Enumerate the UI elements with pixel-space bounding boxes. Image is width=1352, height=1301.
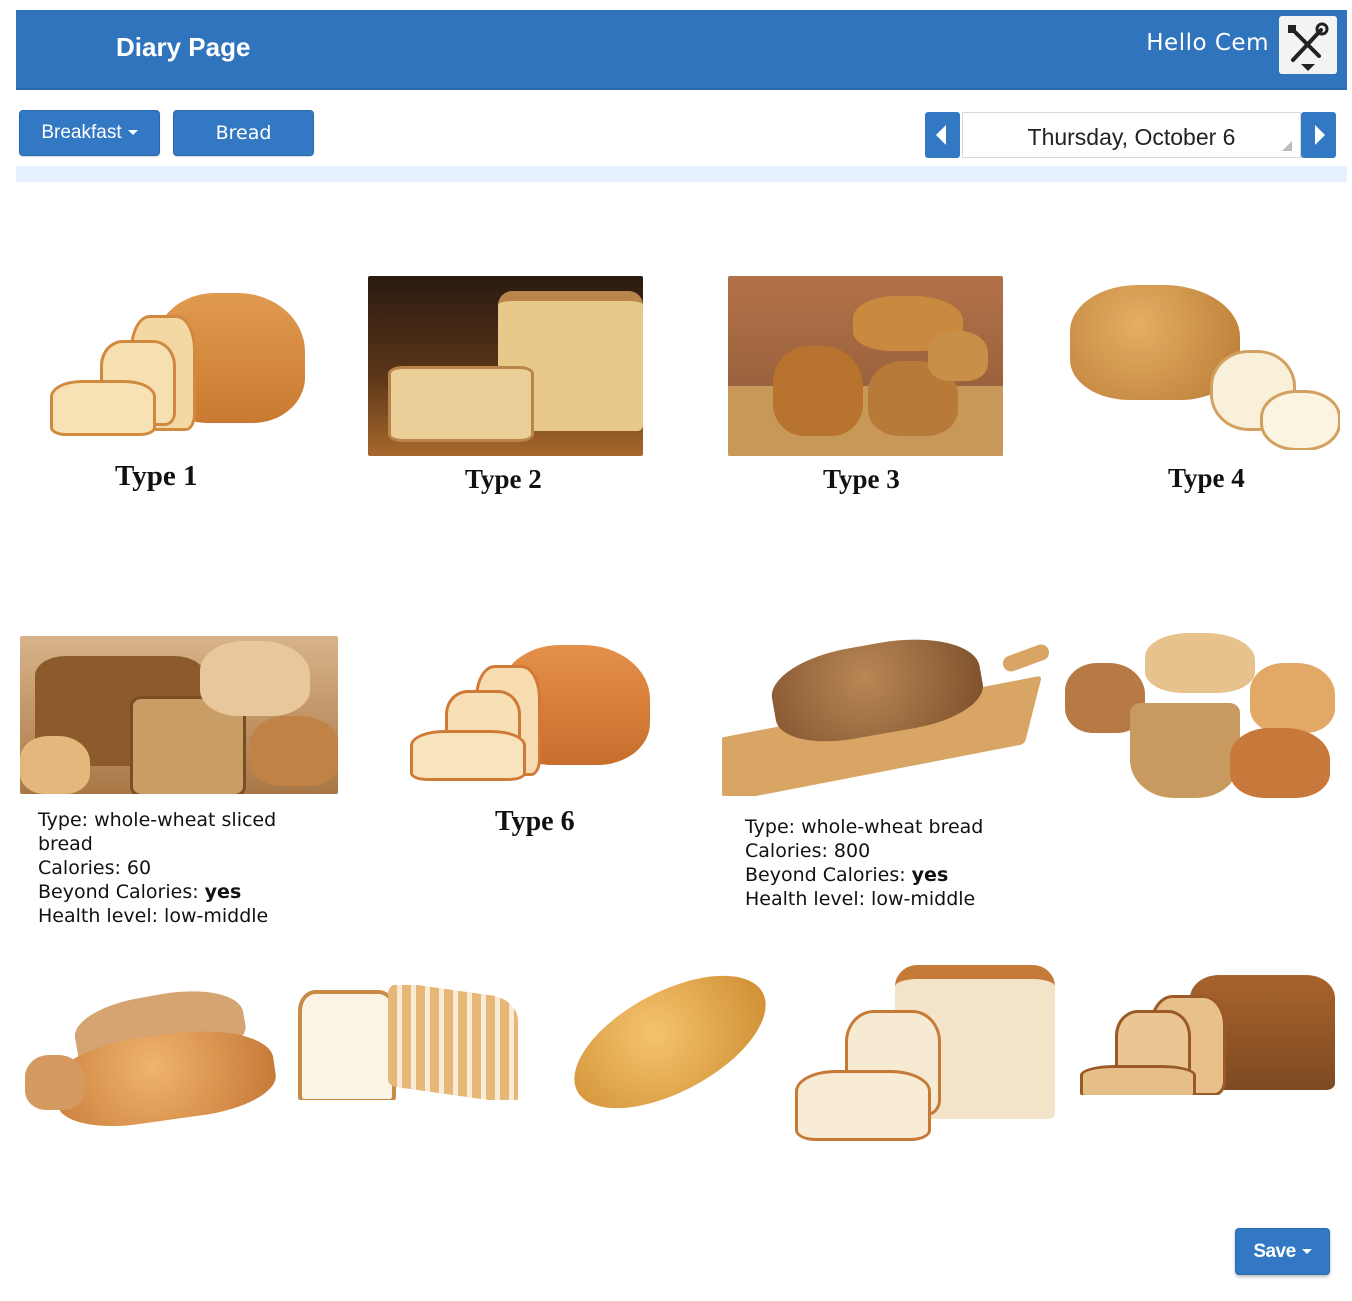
caret-down-icon [1301,1249,1312,1255]
meal-dropdown-label: Breakfast [41,122,122,143]
info-calories: Calories: 800 [745,840,871,862]
type6-label: Type 6 [495,806,575,837]
beyond-calories-value: yes [911,864,949,886]
save-button[interactable]: Save [1235,1228,1330,1275]
info-beyond-calories: Beyond Calories: yes [38,880,328,904]
bread-image-white-sliced[interactable] [298,985,553,1100]
bread-info-panel-1: Type: whole-wheat sliced bread Calories:… [38,808,328,928]
beyond-calories-label: Beyond Calories: [745,864,912,886]
save-label: Save [1253,1241,1296,1262]
category-button[interactable]: Bread [173,110,314,156]
type4-label: Type 4 [1168,463,1245,493]
info-health-level: Health level: low-middle [38,905,269,927]
meal-dropdown-button[interactable]: Breakfast [19,110,160,156]
category-label: Bread [215,122,272,144]
type2-label: Type 2 [465,464,542,494]
info-type: Type: whole-wheat sliced bread [38,809,277,855]
app-header: Diary Page Hello Cem [16,10,1347,90]
bread-image-whole-wheat-board[interactable] [722,636,1050,796]
beyond-calories-value: yes [204,881,242,903]
bread-image-whole-wheat-sliced[interactable] [20,636,338,794]
info-beyond-calories: Beyond Calories: yes [745,863,1045,887]
tools-icon [1288,22,1329,71]
previous-day-button[interactable] [925,112,960,158]
bread-image-type2[interactable] [368,276,643,456]
type3-label: Type 3 [823,464,900,494]
bread-image-rustic-sliced[interactable] [1080,970,1335,1095]
bread-image-baton[interactable] [565,962,777,1127]
info-health-level: Health level: low-middle [745,888,976,910]
toolbar-divider [16,166,1347,182]
resize-grip-icon [1282,141,1292,151]
info-type: Type: whole-wheat bread [745,816,984,838]
date-picker: Thursday, October 6 [925,112,1336,158]
bread-image-long-loaves[interactable] [25,985,280,1135]
bread-info-panel-2: Type: whole-wheat bread Calories: 800 Be… [745,815,1045,911]
bread-image-type4[interactable] [1060,280,1340,450]
user-greeting: Hello Cem [1146,30,1269,56]
type1-label: Type 1 [115,460,198,492]
bread-image-type3[interactable] [728,276,1003,456]
tools-button[interactable] [1279,16,1337,74]
bread-image-type6[interactable] [405,640,655,790]
bread-image-type1[interactable] [30,285,310,455]
page-title: Diary Page [116,32,251,62]
date-label: Thursday, October 6 [1027,124,1236,150]
info-calories: Calories: 60 [38,857,152,879]
bread-image-basket[interactable] [1060,628,1340,803]
bread-image-toast-loaf[interactable] [795,960,1063,1142]
date-display[interactable]: Thursday, October 6 [962,112,1301,158]
caret-down-icon [127,130,138,136]
next-day-button[interactable] [1301,112,1336,158]
beyond-calories-label: Beyond Calories: [38,881,205,903]
